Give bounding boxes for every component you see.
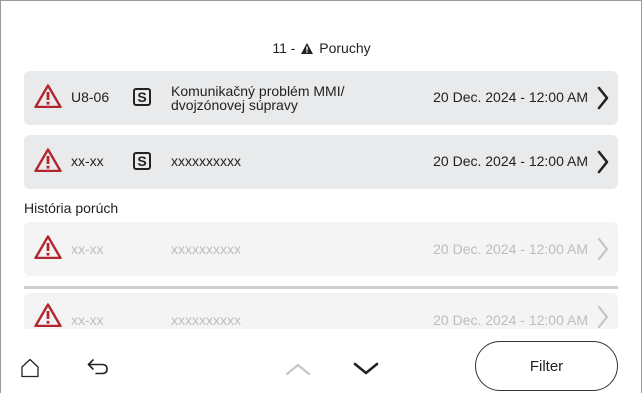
history-date: 20 Dec. 2024 - 12:00 AM xyxy=(433,312,588,328)
chevron-up-icon[interactable] xyxy=(285,362,311,376)
chevron-right-icon[interactable] xyxy=(596,305,610,329)
history-description: xxxxxxxxxx xyxy=(171,312,241,328)
s-badge-icon: S xyxy=(133,88,151,106)
title-separator: - xyxy=(286,40,300,56)
list-divider xyxy=(24,286,618,289)
fault-description: xxxxxxxxxx xyxy=(171,153,241,169)
back-icon[interactable] xyxy=(87,358,109,376)
fault-date: 20 Dec. 2024 - 12:00 AM xyxy=(433,89,588,105)
chevron-right-icon[interactable] xyxy=(596,86,610,110)
home-icon[interactable] xyxy=(20,358,40,378)
alert-triangle-icon xyxy=(34,235,62,260)
history-row[interactable]: xx-xx xxxxxxxxxx 20 Dec. 2024 - 12:00 AM xyxy=(24,293,618,329)
history-date: 20 Dec. 2024 - 12:00 AM xyxy=(433,241,588,257)
fault-row[interactable]: U8-06 S Komunikačný problém MMI/ dvojzón… xyxy=(24,71,618,125)
s-badge-icon: S xyxy=(133,152,151,170)
filter-button[interactable]: Filter xyxy=(475,341,618,391)
history-code: xx-xx xyxy=(71,312,104,328)
warning-icon xyxy=(301,41,314,57)
fault-description-line2: dvojzónovej súpravy xyxy=(171,97,298,113)
chevron-right-icon[interactable] xyxy=(596,237,610,261)
fault-row[interactable]: xx-xx S xxxxxxxxxx 20 Dec. 2024 - 12:00 … xyxy=(24,135,618,189)
alert-triangle-icon xyxy=(34,148,62,173)
history-label: História porúch xyxy=(24,200,119,216)
fault-description: Komunikačný problém MMI/ dvojzónovej súp… xyxy=(171,84,345,112)
chevron-down-icon[interactable] xyxy=(353,362,379,376)
history-description: xxxxxxxxxx xyxy=(171,241,241,257)
fault-count: 11 xyxy=(272,40,287,56)
bottom-bar: Filter xyxy=(0,340,643,394)
fault-code: xx-xx xyxy=(71,153,104,169)
fault-code: U8-06 xyxy=(71,89,110,105)
title-text: Poruchy xyxy=(319,40,371,56)
fault-date: 20 Dec. 2024 - 12:00 AM xyxy=(433,153,588,169)
alert-triangle-icon xyxy=(34,303,62,328)
history-code: xx-xx xyxy=(71,241,104,257)
history-row[interactable]: xx-xx xxxxxxxxxx 20 Dec. 2024 - 12:00 AM xyxy=(24,222,618,276)
alert-triangle-icon xyxy=(34,84,62,109)
page-title: 11 - Poruchy xyxy=(0,40,643,57)
chevron-right-icon[interactable] xyxy=(596,150,610,174)
screen-frame xyxy=(0,0,642,393)
